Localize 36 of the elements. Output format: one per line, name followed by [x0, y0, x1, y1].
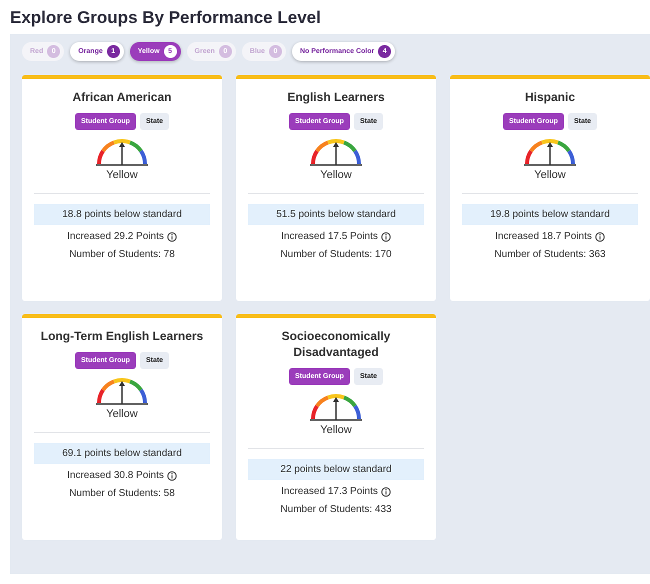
group-name: African American	[72, 89, 172, 105]
student-count: Number of Students: 170	[280, 249, 392, 260]
status-text: 51.5 points below standard	[248, 204, 424, 225]
change-text: Increased 18.7 Points	[495, 231, 592, 242]
info-icon[interactable]	[166, 470, 177, 480]
gauge-icon	[521, 136, 579, 166]
gauge-icon	[93, 136, 151, 166]
group-name: Socioeconomically Disadvantaged	[280, 328, 392, 360]
group-name: Hispanic	[524, 89, 575, 105]
info-icon[interactable]	[380, 486, 391, 496]
status-text: 69.1 points below standard	[34, 443, 210, 464]
change-text: Increased 29.2 Points	[67, 231, 164, 242]
info-icon[interactable]	[166, 232, 177, 242]
info-icon[interactable]	[594, 232, 605, 242]
status-text: 19.8 points below standard	[462, 204, 638, 225]
change-text: Increased 17.5 Points	[281, 231, 378, 242]
student-count: Number of Students: 78	[69, 249, 175, 260]
group-name: English Learners	[287, 89, 385, 105]
student-count: Number of Students: 363	[494, 249, 606, 260]
gauge-icon	[307, 136, 365, 166]
gauge-icon	[93, 375, 151, 405]
group-name: Long-Term English Learners	[40, 328, 204, 344]
status-text: 22 points below standard	[248, 459, 424, 480]
page-title: Explore Groups By Performance Level	[9, 7, 322, 29]
status-text: 18.8 points below standard	[34, 204, 210, 225]
student-count: Number of Students: 433	[280, 504, 392, 515]
performance-level: Yellow	[534, 169, 566, 181]
change-text: Increased 30.8 Points	[67, 470, 164, 481]
performance-level: Yellow	[320, 169, 352, 181]
performance-level: Yellow	[106, 169, 138, 181]
student-count: Number of Students: 58	[69, 488, 175, 499]
gauge-icon	[307, 391, 365, 421]
info-icon[interactable]	[380, 232, 391, 242]
change-text: Increased 17.3 Points	[281, 486, 378, 497]
performance-level: Yellow	[106, 408, 138, 420]
performance-level: Yellow	[320, 424, 352, 436]
